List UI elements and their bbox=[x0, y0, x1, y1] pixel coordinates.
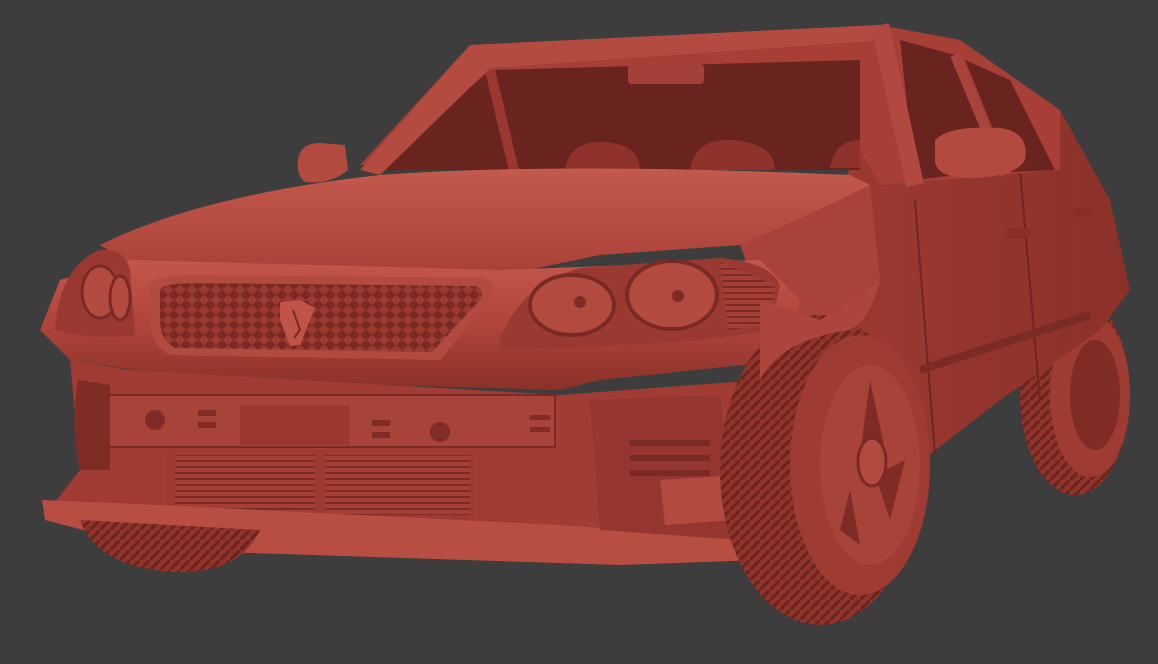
headlight-left bbox=[55, 249, 135, 337]
side-mirror-left bbox=[297, 143, 348, 183]
car-render bbox=[40, 23, 1130, 625]
bumper-reinforcement bbox=[84, 394, 556, 448]
side-mirror-right bbox=[935, 127, 1026, 178]
front-right-wheel bbox=[720, 315, 930, 625]
3d-viewport[interactable] bbox=[0, 0, 1158, 664]
front-grille bbox=[150, 275, 493, 360]
